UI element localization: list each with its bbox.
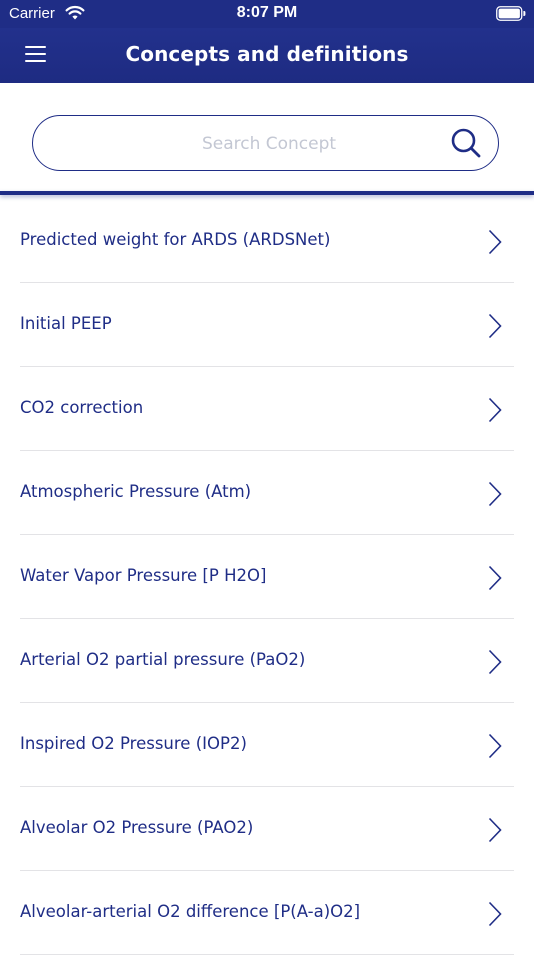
status-time: 8:07 PM	[236, 4, 298, 21]
list-item-label: Alveolar-arterial O2 difference [P(A-a)O…	[20, 902, 361, 921]
list-item[interactable]: Alveolar-arterial O2 difference [P(A-a)O…	[0, 871, 534, 955]
battery-icon	[496, 6, 526, 21]
status-bar: Carrier 8:07 PM	[0, 0, 534, 28]
list-item[interactable]: Initial PEEP	[0, 283, 534, 367]
list-item-label: Arterial O2 partial pressure (PaO2)	[20, 650, 306, 669]
chevron-right-icon	[488, 649, 502, 675]
chevron-right-icon	[488, 901, 502, 927]
list-item[interactable]: Inspired O2 Pressure (IOP2)	[0, 703, 534, 787]
list-item[interactable]: CO2 correction	[0, 367, 534, 451]
list-item[interactable]: Predicted weight for ARDS (ARDSNet)	[0, 199, 534, 283]
search-icon[interactable]	[450, 127, 482, 159]
list-item[interactable]: Water Vapor Pressure [P H2O]	[0, 535, 534, 619]
list-item[interactable]: Atmospheric Pressure (Atm)	[0, 451, 534, 535]
chevron-right-icon	[488, 565, 502, 591]
list-item-label: Atmospheric Pressure (Atm)	[20, 482, 252, 501]
list-item[interactable]: Alveolar O2 Pressure (PAO2)	[0, 787, 534, 871]
search-box[interactable]	[32, 115, 499, 171]
page-title: Concepts and definitions	[125, 42, 409, 66]
chevron-right-icon	[488, 733, 502, 759]
list-item-label: Predicted weight for ARDS (ARDSNet)	[20, 230, 331, 249]
chevron-right-icon	[488, 817, 502, 843]
concept-list: Predicted weight for ARDS (ARDSNet) Init…	[0, 199, 534, 955]
list-item[interactable]: Arterial O2 partial pressure (PaO2)	[0, 619, 534, 703]
search-input[interactable]	[93, 116, 445, 171]
navigation-bar: Concepts and definitions	[0, 28, 534, 83]
chevron-right-icon	[488, 481, 502, 507]
list-item-label: Alveolar O2 Pressure (PAO2)	[20, 818, 254, 837]
chevron-right-icon	[488, 313, 502, 339]
header-divider	[0, 191, 534, 195]
list-item-label: Water Vapor Pressure [P H2O]	[20, 566, 267, 585]
list-item-label: Initial PEEP	[20, 314, 112, 333]
search-area	[0, 83, 534, 192]
chevron-right-icon	[488, 397, 502, 423]
list-item-label: CO2 correction	[20, 398, 144, 417]
chevron-right-icon	[488, 229, 502, 255]
list-item-label: Inspired O2 Pressure (IOP2)	[20, 734, 247, 753]
